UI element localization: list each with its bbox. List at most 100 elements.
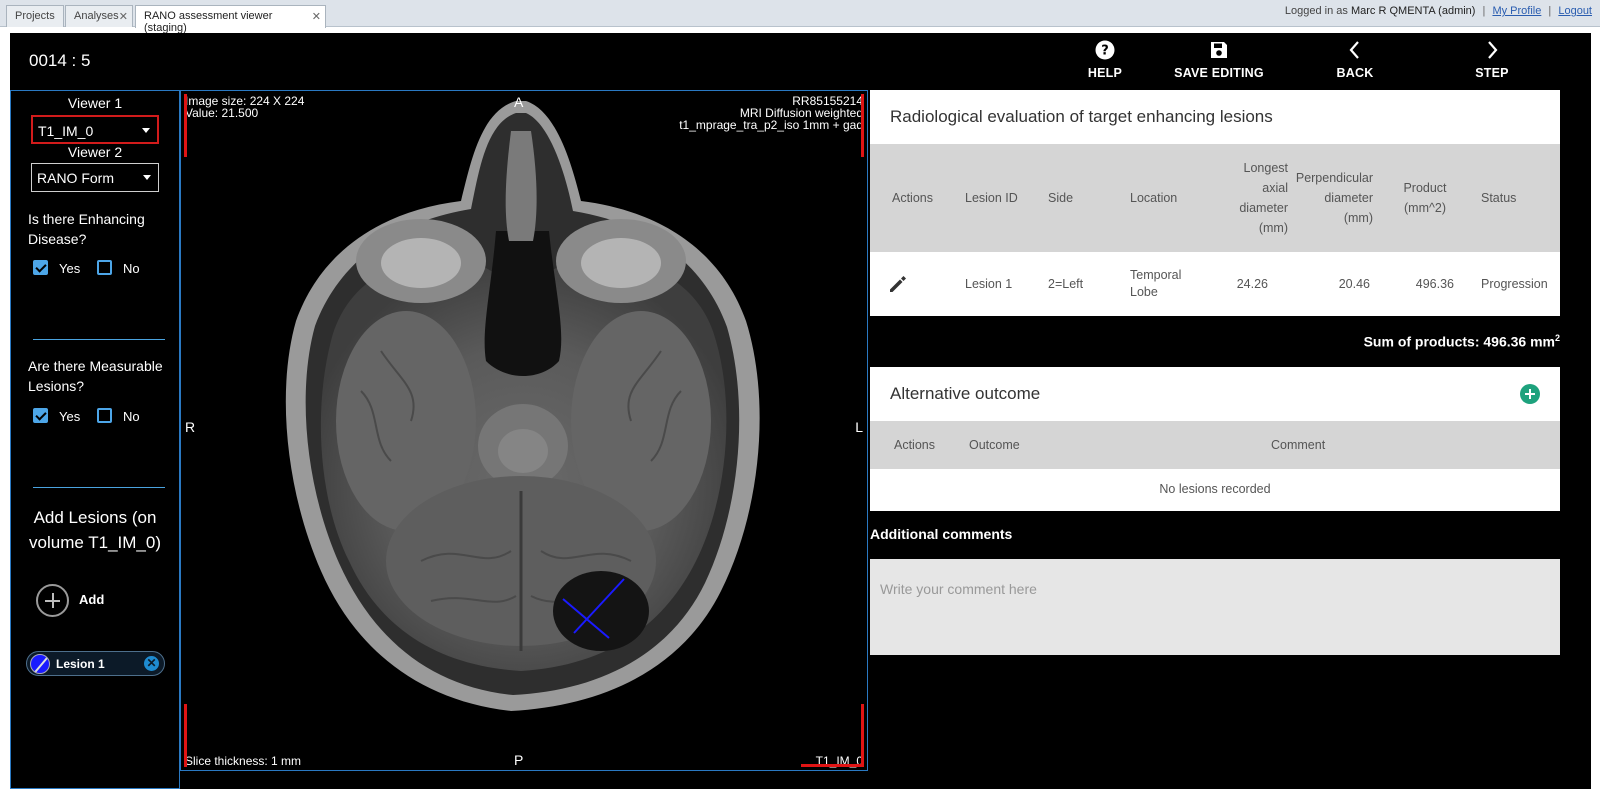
- user-info: Logged in as Marc R QMENTA (admin) | My …: [1285, 5, 1592, 17]
- save-editing-label: SAVE EDITING: [1174, 66, 1264, 80]
- enhancing-no-label: No: [123, 261, 140, 276]
- viewport-corner-marker: [801, 764, 864, 767]
- orientation-anterior: A: [514, 94, 524, 110]
- separator: |: [1548, 5, 1552, 17]
- save-editing-button[interactable]: SAVE EDITING: [1160, 39, 1278, 87]
- logged-in-prefix: Logged in as: [1284, 5, 1348, 17]
- logout-link[interactable]: Logout: [1558, 5, 1592, 17]
- col-actions: Actions: [892, 191, 933, 205]
- alternative-outcome-title: Alternative outcome: [890, 384, 1041, 403]
- col-header-line: (mm^2): [1404, 201, 1446, 215]
- enhancing-no-checkbox[interactable]: [97, 260, 112, 275]
- back-button[interactable]: BACK: [1295, 39, 1415, 87]
- cell-status: Progression: [1481, 277, 1548, 291]
- sum-of-products: Sum of products: 496.36 mm2: [1364, 333, 1560, 350]
- viewport-corner-marker: [861, 704, 864, 767]
- sum-of-products-exponent: 2: [1554, 333, 1560, 343]
- tab-projects[interactable]: Projects: [6, 5, 64, 27]
- mri-image-viewer[interactable]: Image size: 224 X 224 Value: 21.500 RR85…: [180, 90, 868, 771]
- tab-analyses-label: Analyses: [74, 10, 119, 22]
- sequence-name: t1_mprage_tra_p2_iso 1mm + gad: [679, 118, 863, 132]
- col-location: Location: [1130, 191, 1178, 205]
- svg-text:?: ?: [1101, 44, 1109, 59]
- orientation-left: L: [855, 419, 863, 435]
- col-header-line: (mm): [1343, 211, 1373, 225]
- rano-viewer-frame: 0014 : 5 ? HELP SAVE EDITING BACK STEP V…: [10, 33, 1591, 789]
- col-perpendicular-diameter: Perpendicular diameter (mm): [1285, 168, 1373, 228]
- section-divider: [33, 487, 165, 488]
- col-side: Side: [1048, 191, 1074, 205]
- viewer1-selected-value: T1_IM_0: [38, 123, 94, 139]
- viewer2-select[interactable]: RANO Form: [31, 163, 159, 192]
- add-lesion-button[interactable]: [36, 584, 69, 617]
- help-icon: ?: [1095, 40, 1115, 60]
- measurable-no-label: No: [123, 409, 140, 424]
- measurable-yes-checkbox[interactable]: [33, 408, 48, 423]
- viewport-corner-marker: [184, 94, 187, 157]
- close-icon[interactable]: ✕: [119, 10, 128, 23]
- pixel-value-readout: Value: 21.500: [185, 106, 259, 120]
- enhancing-yes-checkbox[interactable]: [33, 260, 48, 275]
- viewer2-selected-value: RANO Form: [37, 170, 114, 186]
- mri-axial-slice[interactable]: [181, 91, 867, 770]
- tab-analyses[interactable]: Analyses ✕: [65, 5, 133, 27]
- tab-rano-viewer[interactable]: RANO assessment viewer (staging) ✕: [135, 5, 326, 34]
- chevron-left-icon: [1349, 41, 1359, 59]
- left-control-panel: Viewer 1 T1_IM_0 Viewer 2 RANO Form Is t…: [10, 90, 180, 789]
- target-lesions-card: Radiological evaluation of target enhanc…: [870, 90, 1560, 316]
- measurable-no-checkbox[interactable]: [97, 408, 112, 423]
- viewport-corner-marker: [184, 704, 187, 767]
- remove-lesion-icon[interactable]: ✕: [144, 656, 159, 671]
- cell-location-line: Temporal: [1130, 268, 1182, 282]
- enhancing-disease-question: Is there Enhancing Disease?: [28, 211, 145, 247]
- cell-location-line: Lobe: [1130, 285, 1158, 299]
- col-header-line: Perpendicular: [1295, 171, 1373, 185]
- close-icon[interactable]: ✕: [312, 10, 321, 23]
- add-outcome-icon[interactable]: [1520, 384, 1540, 404]
- measurable-yes-label: Yes: [59, 409, 81, 424]
- user-name: Marc R QMENTA (admin): [1350, 5, 1476, 17]
- step-button[interactable]: STEP: [1432, 39, 1552, 87]
- orientation-right: R: [185, 419, 196, 435]
- viewport-corner-marker: [861, 94, 864, 157]
- empty-state-message: No lesions recorded: [1159, 482, 1271, 496]
- tab-projects-label: Projects: [15, 10, 55, 22]
- cell-lesion-id: Lesion 1: [965, 277, 1013, 291]
- save-icon: [1211, 42, 1227, 58]
- section-divider: [33, 339, 165, 340]
- browser-tab-bar: Projects Analyses ✕ RANO assessment view…: [0, 0, 1600, 34]
- col-outcome: Outcome: [969, 438, 1020, 452]
- back-label: BACK: [1336, 66, 1374, 80]
- col-longest-axial-diameter: Longest axial diameter (mm): [1200, 158, 1288, 238]
- col-header-line: Longest: [1243, 161, 1288, 175]
- target-lesions-table-header: Actions Lesion ID Side Location Longest …: [870, 144, 1560, 252]
- col-header-line: axial: [1262, 181, 1288, 195]
- help-label: HELP: [1087, 66, 1123, 80]
- cell-product: 496.36: [1415, 277, 1454, 291]
- cell-longest-diameter: 24.26: [1236, 277, 1268, 291]
- table-row: Lesion 1 2=Left Temporal Lobe 24.26 20.4…: [870, 252, 1560, 316]
- target-lesions-title: Radiological evaluation of target enhanc…: [890, 107, 1273, 126]
- alternative-outcome-card: Alternative outcome Actions Outcome Comm…: [870, 367, 1560, 511]
- my-profile-link[interactable]: My Profile: [1492, 5, 1541, 17]
- lesion-chip[interactable]: Lesion 1 ✕: [26, 651, 165, 676]
- col-header-line: diameter: [1324, 191, 1373, 205]
- orientation-posterior: P: [514, 752, 524, 768]
- col-lesion-id: Lesion ID: [965, 191, 1018, 205]
- col-comment: Comment: [1271, 438, 1326, 452]
- additional-comments-label: Additional comments: [870, 526, 1013, 542]
- caret-down-icon: [142, 128, 150, 133]
- col-header-line: (mm): [1258, 221, 1288, 235]
- additional-comments-input[interactable]: [870, 559, 1560, 655]
- col-header-line: Product: [1403, 181, 1447, 195]
- edit-icon[interactable]: [888, 274, 908, 294]
- viewer2-label: Viewer 2: [67, 144, 123, 160]
- col-header-line: diameter: [1239, 201, 1288, 215]
- viewer1-select[interactable]: T1_IM_0: [31, 115, 159, 144]
- add-lesion-label[interactable]: Add: [79, 592, 104, 607]
- cell-location: Temporal Lobe: [1130, 267, 1181, 301]
- enhancing-yes-label: Yes: [59, 261, 81, 276]
- help-button[interactable]: ? HELP: [1045, 39, 1165, 87]
- study-id: 0014 : 5: [29, 51, 91, 70]
- viewer1-label: Viewer 1: [67, 95, 123, 111]
